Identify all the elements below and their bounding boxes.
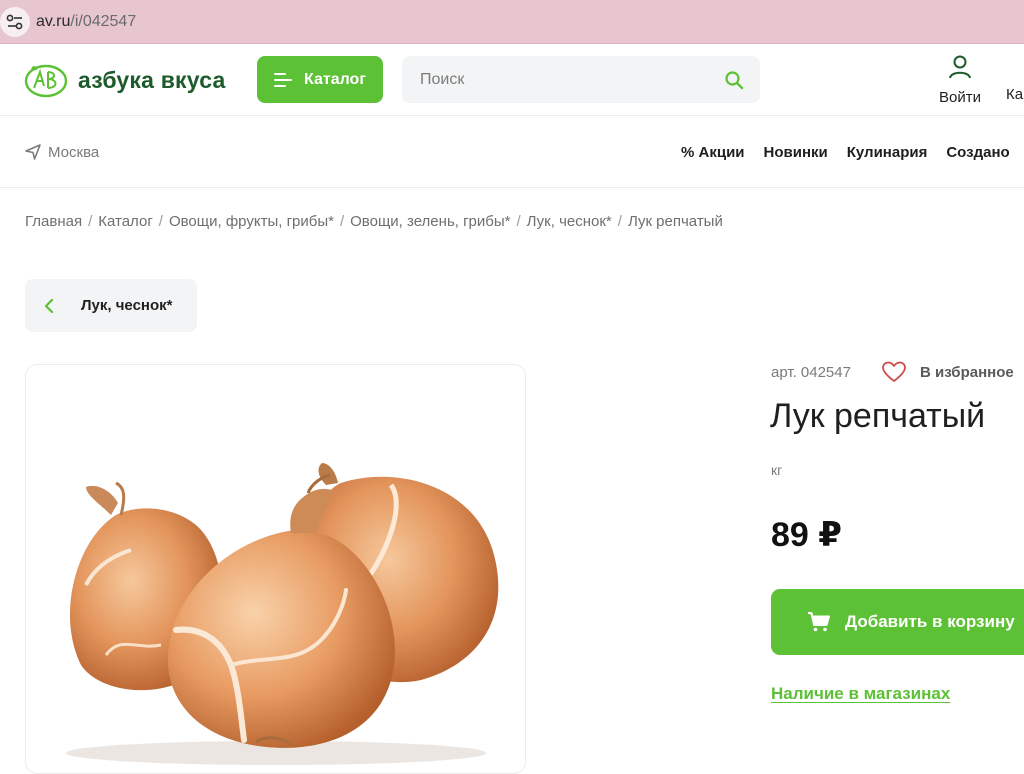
breadcrumb-item[interactable]: Лук, чеснок*: [527, 213, 612, 230]
secondary-nav: Москва % Акции Новинки Кулинария Создано: [0, 117, 1024, 188]
address-url[interactable]: av.ru/i/042547: [36, 13, 136, 31]
logo[interactable]: азбука вкуса: [24, 62, 225, 98]
nav-link-promo[interactable]: % Акции: [681, 144, 745, 161]
search-box: [402, 56, 760, 103]
site-settings-icon[interactable]: [0, 6, 30, 37]
breadcrumb-separator: /: [516, 213, 521, 230]
site-header: азбука вкуса Каталог Войти Ка: [0, 44, 1024, 116]
breadcrumb-item[interactable]: Овощи, фрукты, грибы*: [169, 213, 334, 230]
nav-link-culinary[interactable]: Кулинария: [847, 144, 928, 161]
breadcrumb-separator: /: [617, 213, 622, 230]
store-availability-link[interactable]: Наличие в магазинах: [771, 684, 950, 704]
add-to-cart-button[interactable]: Добавить в корзину: [771, 589, 1024, 655]
breadcrumb-item[interactable]: Овощи, зелень, грибы*: [350, 213, 510, 230]
nav-links: % Акции Новинки Кулинария Создано: [681, 144, 1010, 161]
add-to-cart-label: Добавить в корзину: [845, 612, 1015, 631]
breadcrumb: Главная / Каталог / Овощи, фрукты, грибы* / Ов…: [25, 213, 723, 230]
chevron-left-icon: [44, 298, 54, 313]
user-icon: [949, 55, 971, 79]
city-selector[interactable]: Москва: [24, 143, 99, 161]
nav-link-created[interactable]: Создано: [946, 144, 1009, 161]
menu-icon: [274, 72, 292, 87]
product-image[interactable]: [25, 364, 526, 774]
url-host: av.ru: [36, 12, 71, 30]
location-arrow-icon: [25, 144, 41, 160]
catalog-button-label: Каталог: [304, 70, 366, 88]
search-input[interactable]: [420, 70, 710, 89]
logo-text: азбука вкуса: [78, 66, 226, 93]
back-to-category-button[interactable]: Лук, чеснок*: [25, 279, 197, 332]
breadcrumb-item[interactable]: Каталог: [98, 213, 153, 230]
product-unit: кг: [771, 462, 783, 478]
cart-icon: [808, 612, 830, 632]
product-sku: арт. 042547: [771, 364, 851, 381]
breadcrumb-separator: /: [339, 213, 345, 230]
login-button[interactable]: Войти: [932, 54, 988, 106]
logo-mark-icon: [24, 64, 68, 98]
heart-icon: [882, 361, 906, 382]
onion-image: [66, 463, 499, 765]
breadcrumb-separator: /: [88, 213, 93, 230]
breadcrumb-item[interactable]: Главная: [25, 213, 82, 230]
breadcrumb-separator: /: [158, 213, 163, 230]
nav-link-new[interactable]: Новинки: [764, 144, 828, 161]
catalog-button[interactable]: Каталог: [257, 56, 383, 103]
cart-label[interactable]: Ка: [1006, 86, 1023, 103]
city-label: Москва: [48, 143, 100, 161]
url-path: /i/042547: [70, 12, 137, 30]
browser-address-bar: av.ru/i/042547: [0, 0, 1024, 44]
add-to-favorites-button[interactable]: В избранное: [882, 361, 1014, 383]
search-icon[interactable]: [724, 70, 744, 90]
back-button-label: Лук, чеснок*: [81, 297, 173, 314]
login-label: Войти: [939, 89, 981, 106]
product-title: Лук репчатый: [770, 397, 986, 435]
favorites-label: В избранное: [920, 363, 1014, 381]
product-price: 89 ₽: [771, 516, 842, 554]
breadcrumb-current: Лук репчатый: [627, 213, 723, 230]
